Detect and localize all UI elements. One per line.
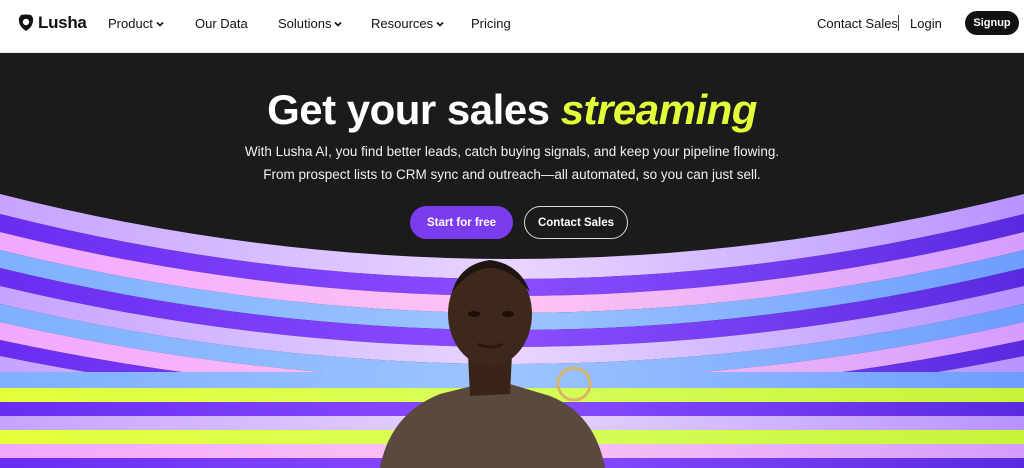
lusha-logo-icon — [18, 14, 34, 31]
chevron-down-icon — [156, 21, 164, 27]
hero-subtitle-line-2: From prospect lists to CRM sync and outr… — [263, 167, 761, 182]
nav-solutions[interactable]: Solutions — [278, 16, 343, 31]
hero-person-image — [380, 260, 605, 468]
nav-login[interactable]: Login — [910, 16, 942, 31]
contact-sales-button[interactable]: Contact Sales — [524, 206, 628, 239]
nav-divider — [898, 15, 899, 31]
hero-headline: Get your sales streaming — [0, 86, 1024, 134]
top-navigation: Lusha Product Our Data Solutions Resourc… — [0, 0, 1024, 53]
hero-section: Get your sales streaming With Lusha AI, … — [0, 54, 1024, 468]
nav-login-label: Login — [910, 16, 942, 31]
headline-main: Get your sales — [267, 86, 550, 133]
nav-contact-sales[interactable]: Contact Sales — [817, 16, 898, 31]
chevron-down-icon — [436, 21, 444, 27]
nav-solutions-label: Solutions — [278, 16, 332, 31]
nav-contact-sales-label: Contact Sales — [817, 16, 898, 31]
hero-subtitle-line-1: With Lusha AI, you find better leads, ca… — [244, 144, 780, 159]
nav-resources[interactable]: Resources — [371, 16, 444, 31]
nav-pricing[interactable]: Pricing — [471, 16, 511, 31]
nav-product[interactable]: Product — [108, 16, 164, 31]
nav-resources-label: Resources — [371, 16, 434, 31]
nav-pricing-label: Pricing — [471, 16, 511, 31]
brand-logo[interactable]: Lusha — [18, 13, 87, 33]
start-for-free-button[interactable]: Start for free — [410, 206, 513, 239]
nav-our-data[interactable]: Our Data — [195, 16, 248, 31]
brand-name: Lusha — [38, 13, 87, 32]
nav-product-label: Product — [108, 16, 153, 31]
nav-our-data-label: Our Data — [195, 16, 248, 31]
headline-accent: streaming — [560, 86, 758, 133]
chevron-down-icon — [334, 21, 343, 27]
signup-button[interactable]: Signup — [965, 11, 1019, 35]
